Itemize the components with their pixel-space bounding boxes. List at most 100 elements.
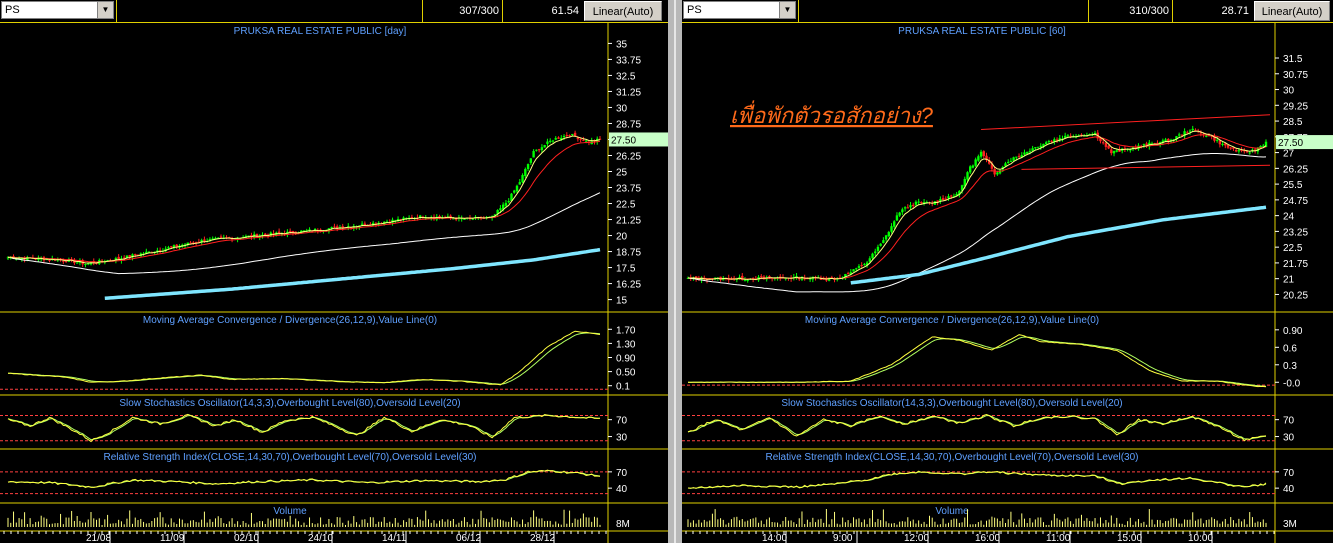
candle-body xyxy=(1028,151,1032,153)
candle-body xyxy=(1142,144,1146,146)
y-tick-label: 31.5 xyxy=(1283,54,1303,65)
y-tick-label: 33.75 xyxy=(616,55,641,66)
left-chart[interactable]: PRUKSA REAL ESTATE PUBLIC [day] 35 33.75 32… xyxy=(0,23,668,543)
x-tick-label: 11/09 xyxy=(160,533,185,543)
indicator-signal-line xyxy=(7,469,601,488)
candle-body xyxy=(540,147,544,151)
y-tick-label: 15 xyxy=(616,296,628,307)
y-tick-label: 0.6 xyxy=(1283,343,1297,354)
candle-body xyxy=(979,151,983,157)
x-tick-label: 9:00 xyxy=(833,533,853,543)
left-scale-mode-button[interactable]: Linear(Auto) xyxy=(584,1,662,21)
pane-splitter[interactable] xyxy=(668,0,682,543)
candle-body xyxy=(537,149,541,151)
right-scale-mode-button[interactable]: Linear(Auto) xyxy=(1254,1,1330,21)
ma-longest-line xyxy=(104,247,601,301)
candle-body xyxy=(996,172,999,175)
indicator-line xyxy=(7,330,601,386)
y-tick-label: 40 xyxy=(1283,484,1295,495)
candle-body xyxy=(1023,152,1026,155)
y-tick-label: 31.25 xyxy=(616,87,641,98)
x-tick-label: 15:00 xyxy=(1117,533,1142,543)
y-tick-label: 25.5 xyxy=(1283,180,1303,191)
candle-body xyxy=(1180,134,1184,136)
candle-body xyxy=(1248,152,1251,154)
candle-body xyxy=(1047,141,1051,143)
x-tick-label: 12:00 xyxy=(904,533,929,543)
x-tick-label: 16:00 xyxy=(975,533,1000,543)
right-chart[interactable]: PRUKSA REAL ESTATE PUBLIC [60] 31.5 30.75 3… xyxy=(682,23,1333,543)
candle-body xyxy=(920,201,923,204)
candle-body xyxy=(1115,150,1118,152)
candle-body xyxy=(977,156,980,161)
candle-body xyxy=(219,236,223,238)
y-tick-label: 20.25 xyxy=(1283,290,1308,301)
y-tick-label: 28.5 xyxy=(1283,117,1303,128)
candle-body xyxy=(1026,151,1029,154)
candle-body xyxy=(170,246,173,248)
left-symbol-select[interactable]: PS ▼ xyxy=(1,1,114,19)
candle-body xyxy=(504,202,508,206)
candle-body xyxy=(554,138,557,140)
candle-body xyxy=(1112,150,1116,154)
candle-body xyxy=(264,233,267,235)
y-tick-label: 29.25 xyxy=(1283,101,1308,112)
price-chart-title: PRUKSA REAL ESTATE PUBLIC [day] xyxy=(234,26,407,37)
right-toolbar: PS ▼ 310/300 28.71 Linear(Auto) xyxy=(682,0,1333,23)
candle-body xyxy=(852,269,855,272)
candle-body xyxy=(1191,128,1194,131)
indicator-line xyxy=(687,334,1267,388)
x-tick-label: 21/08 xyxy=(86,533,111,543)
x-tick-label: 10:00 xyxy=(1188,533,1213,543)
candle-body xyxy=(571,133,574,135)
indicator-signal-line xyxy=(688,336,1267,387)
candle-body xyxy=(175,244,178,247)
candle-body xyxy=(557,137,560,139)
candle-body xyxy=(743,279,747,281)
candle-body xyxy=(546,141,549,144)
x-tick-label: 11:00 xyxy=(1046,533,1071,543)
candle-body xyxy=(532,151,535,158)
y-tick-label: 16.25 xyxy=(616,280,641,291)
y-tick-label: 70 xyxy=(616,416,628,427)
y-tick-label: 22.5 xyxy=(1283,243,1303,254)
candle-body xyxy=(1229,147,1232,149)
candle-body xyxy=(863,264,866,266)
channel-upper-line xyxy=(981,114,1271,130)
candle-body xyxy=(562,135,566,138)
y-tick-label: 24.75 xyxy=(1283,196,1308,207)
right-value: 28.71 xyxy=(1172,0,1252,22)
candle-body xyxy=(903,207,907,209)
y-tick-label: 8M xyxy=(616,519,630,530)
y-tick-label: 30 xyxy=(1283,433,1295,444)
candle-body xyxy=(871,253,874,259)
last-price-label: 27.50 xyxy=(611,135,636,146)
chevron-down-icon[interactable]: ▼ xyxy=(97,2,113,18)
right-symbol-select[interactable]: PS ▼ xyxy=(683,1,796,19)
candle-body xyxy=(1009,160,1013,162)
candle-body xyxy=(876,246,880,252)
candle-body xyxy=(895,215,899,221)
y-tick-label: 30 xyxy=(616,433,628,444)
x-tick-label: 28/12 xyxy=(530,533,555,543)
candle-body xyxy=(330,227,333,229)
candle-body xyxy=(971,165,975,168)
y-tick-label: 0.90 xyxy=(1283,326,1303,337)
indicator-title: Slow Stochastics Oscillator(14,3,3),Over… xyxy=(119,398,460,409)
candle-body xyxy=(565,135,569,137)
candle-body xyxy=(982,151,985,157)
x-tick-label: 14:00 xyxy=(762,533,787,543)
y-tick-label: 40 xyxy=(616,484,628,495)
candle-body xyxy=(529,158,533,163)
candle-body xyxy=(890,226,893,232)
candle-body xyxy=(947,196,950,199)
candle-body xyxy=(906,207,910,209)
indicator-title: Volume xyxy=(273,506,307,517)
candle-body xyxy=(333,226,336,228)
left-chart-pane: PS ▼ 307/300 61.54 Linear(Auto) PRUKSA R… xyxy=(0,0,668,543)
y-tick-label: 70 xyxy=(1283,468,1295,479)
right-counter: 310/300 xyxy=(1088,0,1172,22)
candle-body xyxy=(760,276,763,278)
chevron-down-icon[interactable]: ▼ xyxy=(779,2,795,18)
candle-body xyxy=(579,138,582,140)
